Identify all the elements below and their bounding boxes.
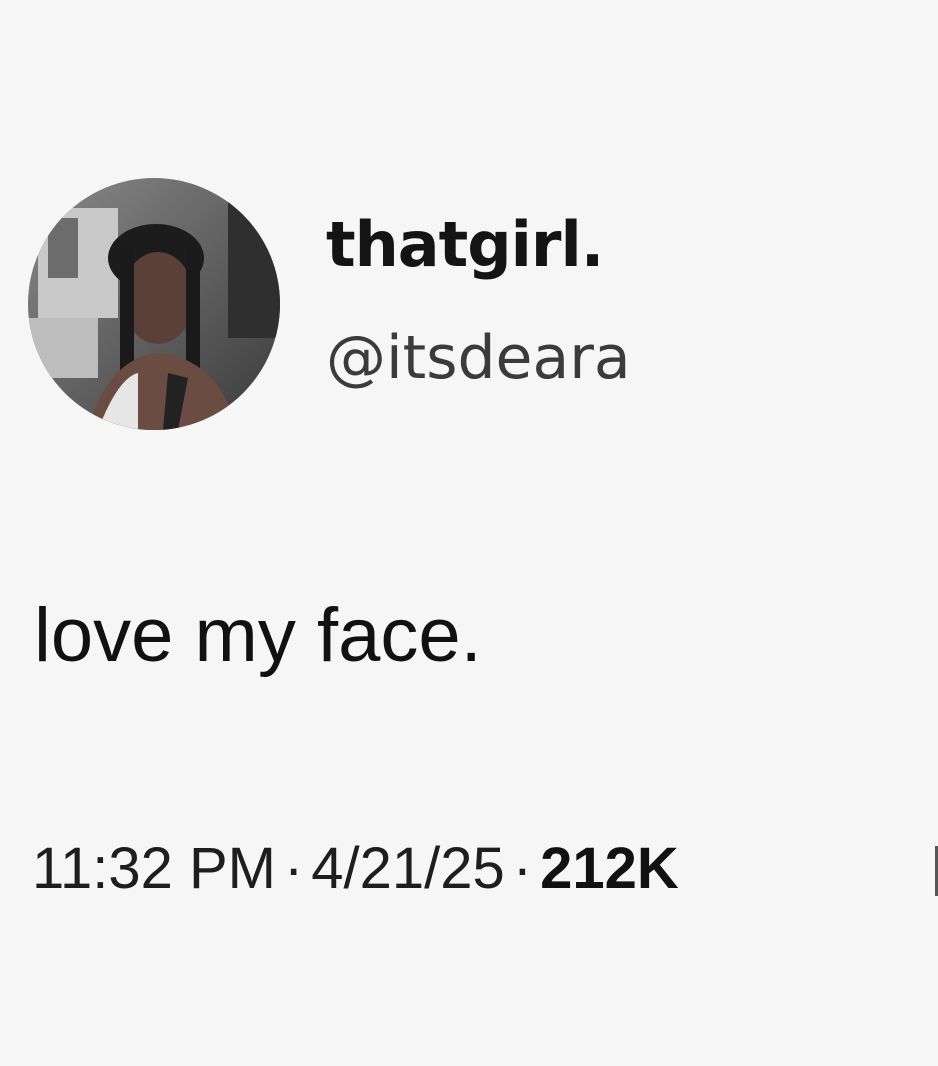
meta-separator: · bbox=[512, 836, 533, 901]
view-count: 212K bbox=[540, 836, 679, 901]
tweet-meta: 11:32 PM · 4/21/25 · 212K bbox=[32, 840, 679, 898]
avatar[interactable] bbox=[28, 178, 280, 430]
profile-photo-icon bbox=[28, 178, 280, 430]
tweet-date[interactable]: 4/21/25 bbox=[311, 836, 505, 901]
user-handle[interactable]: @itsdeara bbox=[326, 328, 631, 388]
tweet-time[interactable]: 11:32 PM bbox=[32, 836, 276, 901]
meta-separator: · bbox=[283, 836, 304, 901]
display-name[interactable]: thatgirl. bbox=[326, 214, 604, 276]
tweet-text: love my face. bbox=[34, 593, 482, 678]
tweet-card: thatgirl. @itsdeara love my face. 11:32 … bbox=[0, 0, 938, 1066]
